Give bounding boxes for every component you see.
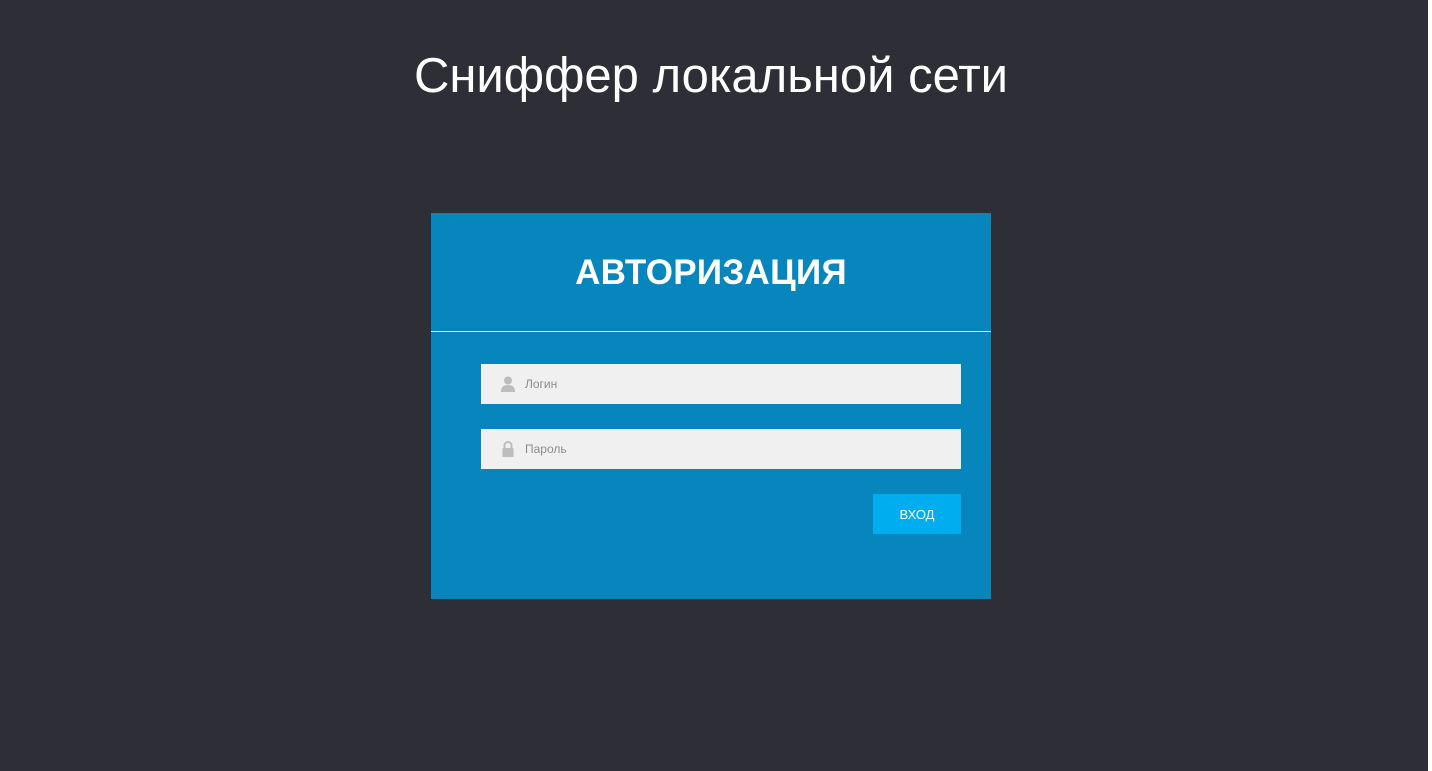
- password-input[interactable]: [525, 429, 945, 469]
- auth-card: АВТОРИЗАЦИЯ ВХОД: [431, 213, 991, 599]
- user-icon: [501, 376, 515, 392]
- window-edge: [1428, 0, 1432, 771]
- auth-heading: АВТОРИЗАЦИЯ: [575, 253, 847, 292]
- auth-card-header: АВТОРИЗАЦИЯ: [431, 213, 991, 332]
- lock-icon: [502, 441, 514, 457]
- page-title: Сниффер локальной сети: [413, 49, 1009, 103]
- login-field[interactable]: [481, 364, 961, 404]
- password-field[interactable]: [481, 429, 961, 469]
- login-input[interactable]: [525, 364, 945, 404]
- login-button[interactable]: ВХОД: [873, 494, 961, 534]
